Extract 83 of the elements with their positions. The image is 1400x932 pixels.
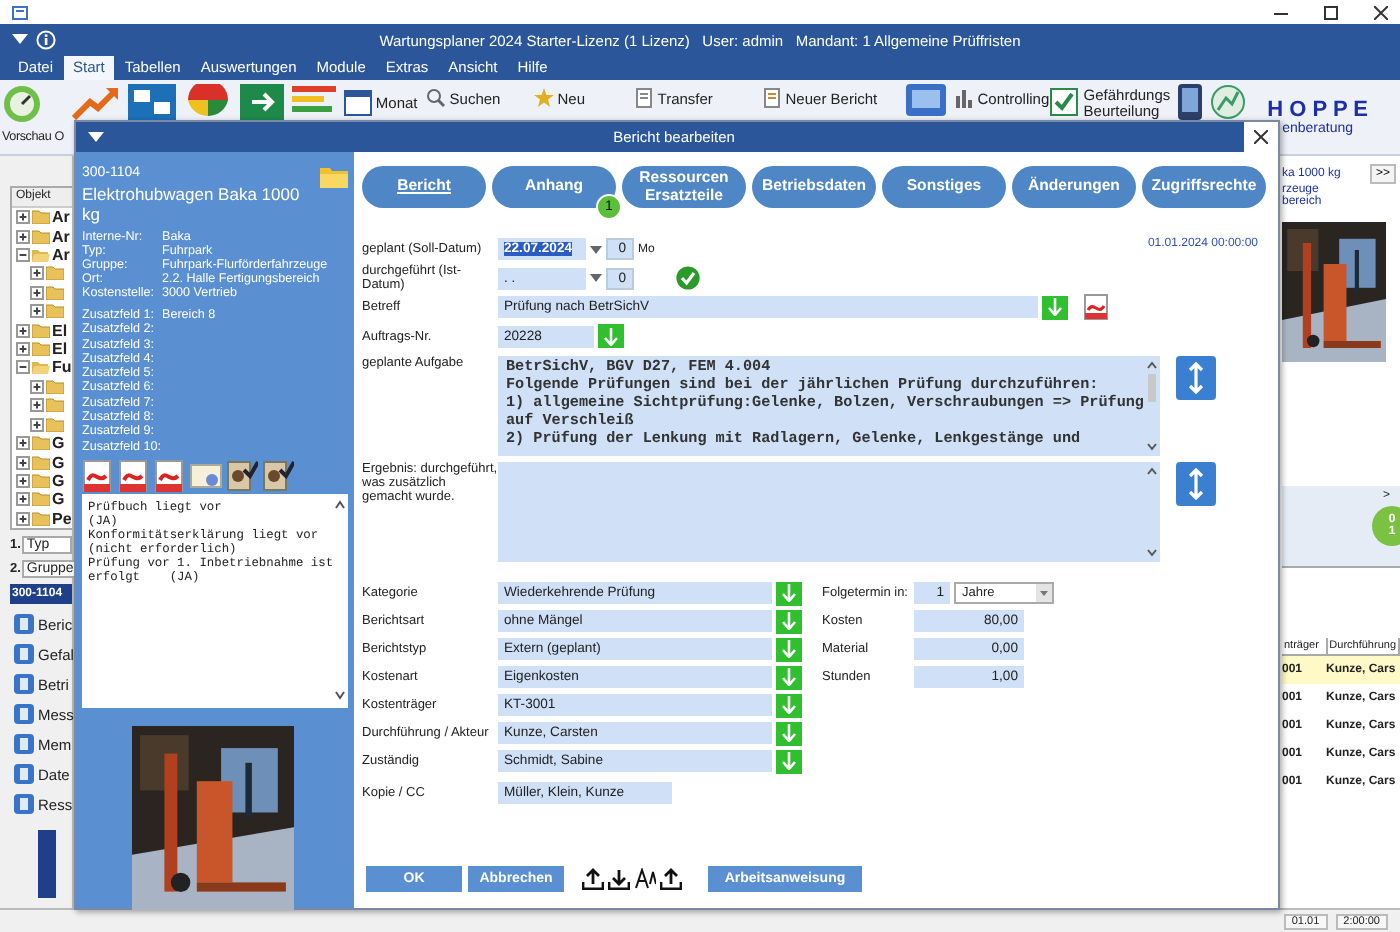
tree-item[interactable]: G	[52, 453, 65, 472]
scroll-bar[interactable]	[38, 830, 56, 898]
tree-item[interactable]: El	[52, 321, 68, 340]
caret-icon[interactable]	[590, 245, 602, 253]
trend-arrow-icon[interactable]	[71, 84, 120, 120]
collapse-icon[interactable]	[16, 247, 30, 262]
upload-icon[interactable]	[582, 868, 604, 890]
star-icon[interactable]	[533, 88, 554, 108]
down-arrow-icon	[604, 327, 618, 345]
app-icon	[12, 5, 28, 19]
exit-icon[interactable]	[239, 84, 284, 120]
tree-item[interactable]: G	[52, 471, 65, 490]
expand-icon[interactable]	[30, 398, 44, 413]
tree-item[interactable]: G	[52, 434, 65, 453]
monitor-icon[interactable]	[905, 84, 946, 116]
tree-item[interactable]: Pe	[52, 509, 72, 528]
check-list-icon[interactable]	[1049, 88, 1078, 116]
open-folder-icon	[32, 360, 50, 375]
menu-caret-icon[interactable]	[88, 131, 104, 143]
checked-document-icon[interactable]	[262, 459, 294, 492]
pie-chart-icon[interactable]	[183, 84, 232, 120]
up-down-arrow-icon	[1188, 467, 1204, 499]
expand-icon[interactable]	[16, 436, 30, 451]
expand-icon[interactable]	[30, 417, 44, 432]
search-icon[interactable]	[425, 88, 446, 108]
down-arrow-icon	[782, 752, 796, 771]
tree-item[interactable]: Ar	[52, 227, 70, 245]
expand-icon[interactable]	[30, 285, 44, 300]
down-arrow-icon	[1048, 298, 1062, 316]
collapse-icon[interactable]	[16, 360, 30, 375]
font-size-icon[interactable]	[634, 868, 656, 890]
down-arrow-icon	[782, 668, 796, 687]
open-folder-icon	[32, 247, 50, 262]
pdf-icon[interactable]	[154, 459, 186, 492]
tree-item[interactable]: Ar	[52, 245, 70, 264]
tree-item[interactable]: G	[52, 490, 65, 509]
grid-icon[interactable]	[127, 84, 176, 120]
pdf-icon[interactable]	[1084, 294, 1108, 320]
expand-icon[interactable]	[16, 511, 30, 526]
document-icon[interactable]	[761, 88, 782, 108]
down-arrow-icon	[782, 584, 796, 603]
expand-icon[interactable]	[30, 304, 44, 319]
close-button[interactable]	[1244, 122, 1278, 152]
pdf-icon[interactable]	[82, 459, 114, 492]
calendar-icon[interactable]	[343, 88, 372, 116]
expand-icon[interactable]	[16, 342, 30, 357]
down-arrow-icon	[782, 612, 796, 631]
pdf-icon[interactable]	[118, 459, 150, 492]
menu-caret-icon[interactable]	[12, 34, 28, 46]
expand-icon[interactable]	[16, 455, 30, 470]
down-arrow-icon	[782, 724, 796, 743]
caret-icon[interactable]	[590, 274, 602, 282]
tree-item[interactable]: El	[52, 340, 68, 359]
phone-icon[interactable]	[1178, 84, 1203, 120]
resize-button[interactable]	[1176, 355, 1216, 399]
gauge-icon[interactable]	[2, 84, 42, 124]
object-name: Elektrohubwagen Baka 1000 kg	[82, 184, 302, 224]
upload-icon[interactable]	[660, 868, 682, 890]
down-arrow-icon	[782, 640, 796, 659]
tree-item[interactable]: Ar	[52, 208, 70, 227]
document-icon[interactable]	[633, 88, 654, 108]
maximize-icon[interactable]	[1324, 5, 1338, 19]
expand-icon[interactable]	[16, 210, 30, 225]
caret-icon	[1036, 584, 1052, 603]
resize-button[interactable]	[1176, 461, 1216, 505]
down-arrow-icon	[782, 696, 796, 715]
expand-icon[interactable]	[16, 323, 30, 338]
expand-icon[interactable]	[16, 492, 30, 507]
close-icon[interactable]	[1374, 5, 1388, 19]
up-down-arrow-icon	[1188, 361, 1204, 393]
checked-document-icon[interactable]	[226, 459, 258, 492]
close-icon	[1254, 130, 1268, 144]
checkmark-icon[interactable]	[676, 266, 700, 290]
logo: H O P P E	[1267, 98, 1368, 122]
column-chart-icon[interactable]	[953, 88, 974, 108]
expand-icon[interactable]	[30, 266, 44, 281]
info-icon[interactable]	[36, 30, 56, 50]
expand-icon[interactable]	[16, 229, 30, 243]
expand-icon[interactable]	[16, 473, 30, 488]
expand-icon[interactable]	[30, 379, 44, 394]
tree-item[interactable]: Fu	[52, 358, 72, 377]
scroll-arrows-icon[interactable]	[1146, 359, 1158, 451]
download-icon[interactable]	[608, 868, 630, 890]
